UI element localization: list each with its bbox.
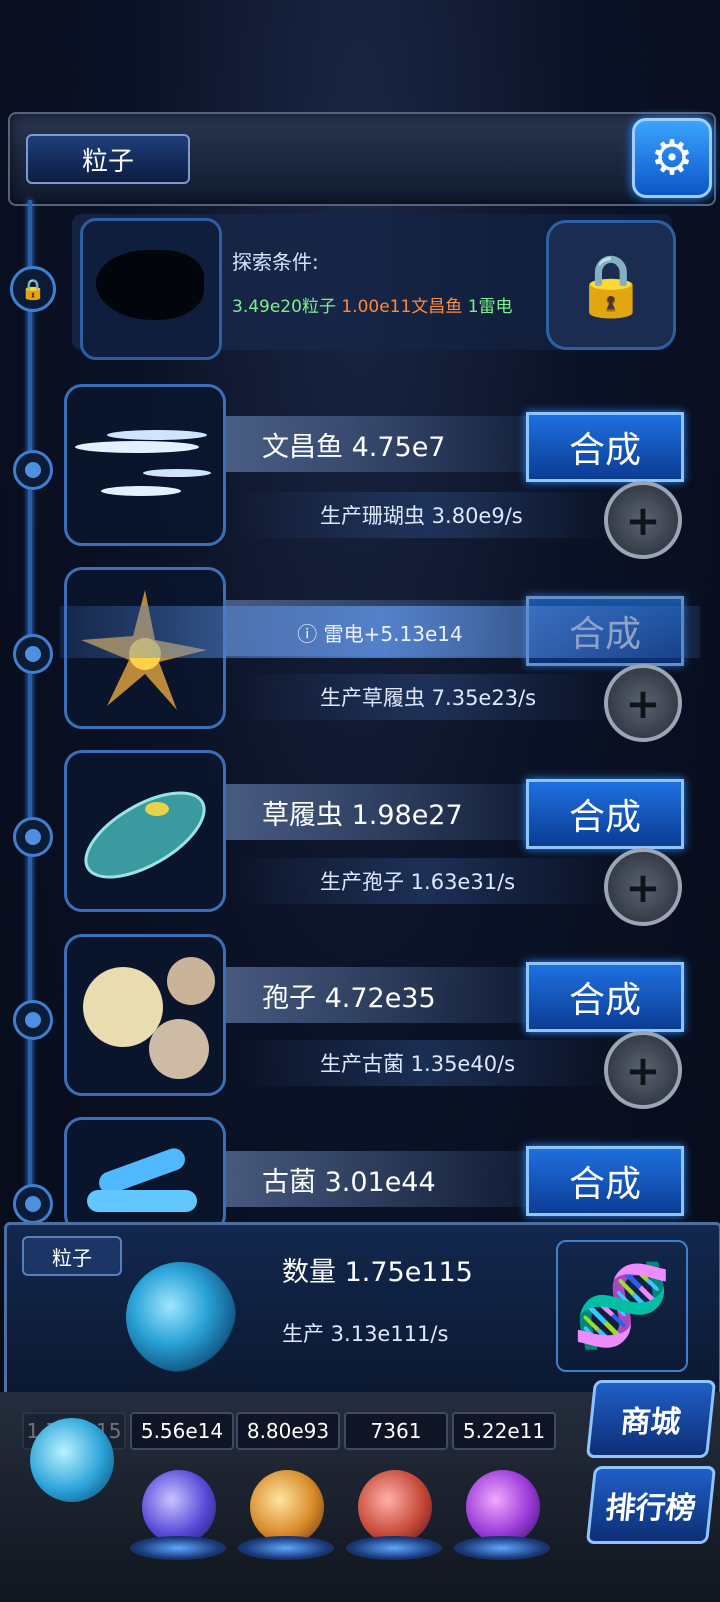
synthesize-button[interactable]: 合成 [526,779,684,849]
orb-pedestal [346,1536,442,1560]
explore-condition-label: 探索条件: [232,250,319,274]
add-button[interactable]: + [604,481,682,559]
add-button[interactable]: + [604,664,682,742]
particle-orb-tab[interactable] [30,1418,114,1502]
brain-orb-tab[interactable] [358,1470,432,1544]
orb-pedestal [238,1536,334,1560]
lock-node-icon: 🔒 [10,266,56,312]
unlock-button[interactable]: 🔒 [546,220,676,350]
item-name: 文昌鱼 4.75e7 [226,416,536,472]
timeline-line [28,200,32,1250]
planet-count: 8.80e93 [236,1412,340,1450]
timeline-node [13,450,53,490]
brain-count: 7361 [344,1412,448,1450]
particle-icon [126,1262,236,1372]
synthesize-button[interactable]: 合成 [526,1146,684,1216]
blackhole-count: 5.22e11 [452,1412,556,1450]
item-production: 生产草履虫 7.35e23/s [236,674,616,720]
timeline-node [13,1184,53,1224]
orb-pedestal [454,1536,550,1560]
lancelet-image [64,384,226,546]
dna-icon: 🧬 [556,1240,688,1372]
item-name: 古菌 3.01e44 [226,1151,536,1207]
item-production: 生产古菌 1.35e40/s [236,1040,616,1086]
orb-pedestal [130,1536,226,1560]
reward-toast: ⓘ 雷电+5.13e14 [60,606,700,658]
page-title: 粒子 [26,134,190,184]
blackhole-orb-tab[interactable] [466,1470,540,1544]
creature-silhouette-icon [96,250,204,320]
plus-icon: + [625,862,661,912]
req-thunder: 1雷电 [467,297,513,317]
item-production: 生产孢子 1.63e31/s [236,858,616,904]
settings-button[interactable]: ⚙ [632,118,712,198]
plus-icon: + [625,1045,661,1095]
req-particles: 3.49e20粒子 [232,297,336,317]
thunder-count: 5.56e14 [130,1412,234,1450]
plus-icon: + [625,678,661,728]
synthesize-button[interactable]: 合成 [526,412,684,482]
add-button[interactable]: + [604,1031,682,1109]
resource-label: 粒子 [22,1236,122,1276]
synthesize-button[interactable]: 合成 [526,962,684,1032]
planet-orb-tab[interactable] [250,1470,324,1544]
spore-image [64,934,226,1096]
item-name: 孢子 4.72e35 [226,967,536,1023]
lock-icon: 🔒 [573,250,649,321]
leaderboard-button[interactable]: 排行榜 [585,1466,717,1544]
add-button[interactable]: + [604,848,682,926]
resource-production: 生产 3.13e111/s [282,1322,449,1346]
item-name: 草履虫 1.98e27 [226,784,536,840]
explore-condition-values: 3.49e20粒子 1.00e11文昌鱼 1雷电 [232,292,513,317]
thunder-orb-tab[interactable] [142,1470,216,1544]
timeline-node [13,1000,53,1040]
timeline-node [13,634,53,674]
req-lancelet: 1.00e11文昌鱼 [341,297,463,317]
shop-button[interactable]: 商城 [585,1380,717,1458]
plus-icon: + [625,495,661,545]
resource-quantity: 数量 1.75e115 [282,1257,473,1288]
archaea-image [64,1117,226,1233]
paramecium-image [64,750,226,912]
item-production: 生产珊瑚虫 3.80e9/s [236,492,616,538]
gear-icon: ⚙ [650,130,694,186]
timeline-node [13,817,53,857]
